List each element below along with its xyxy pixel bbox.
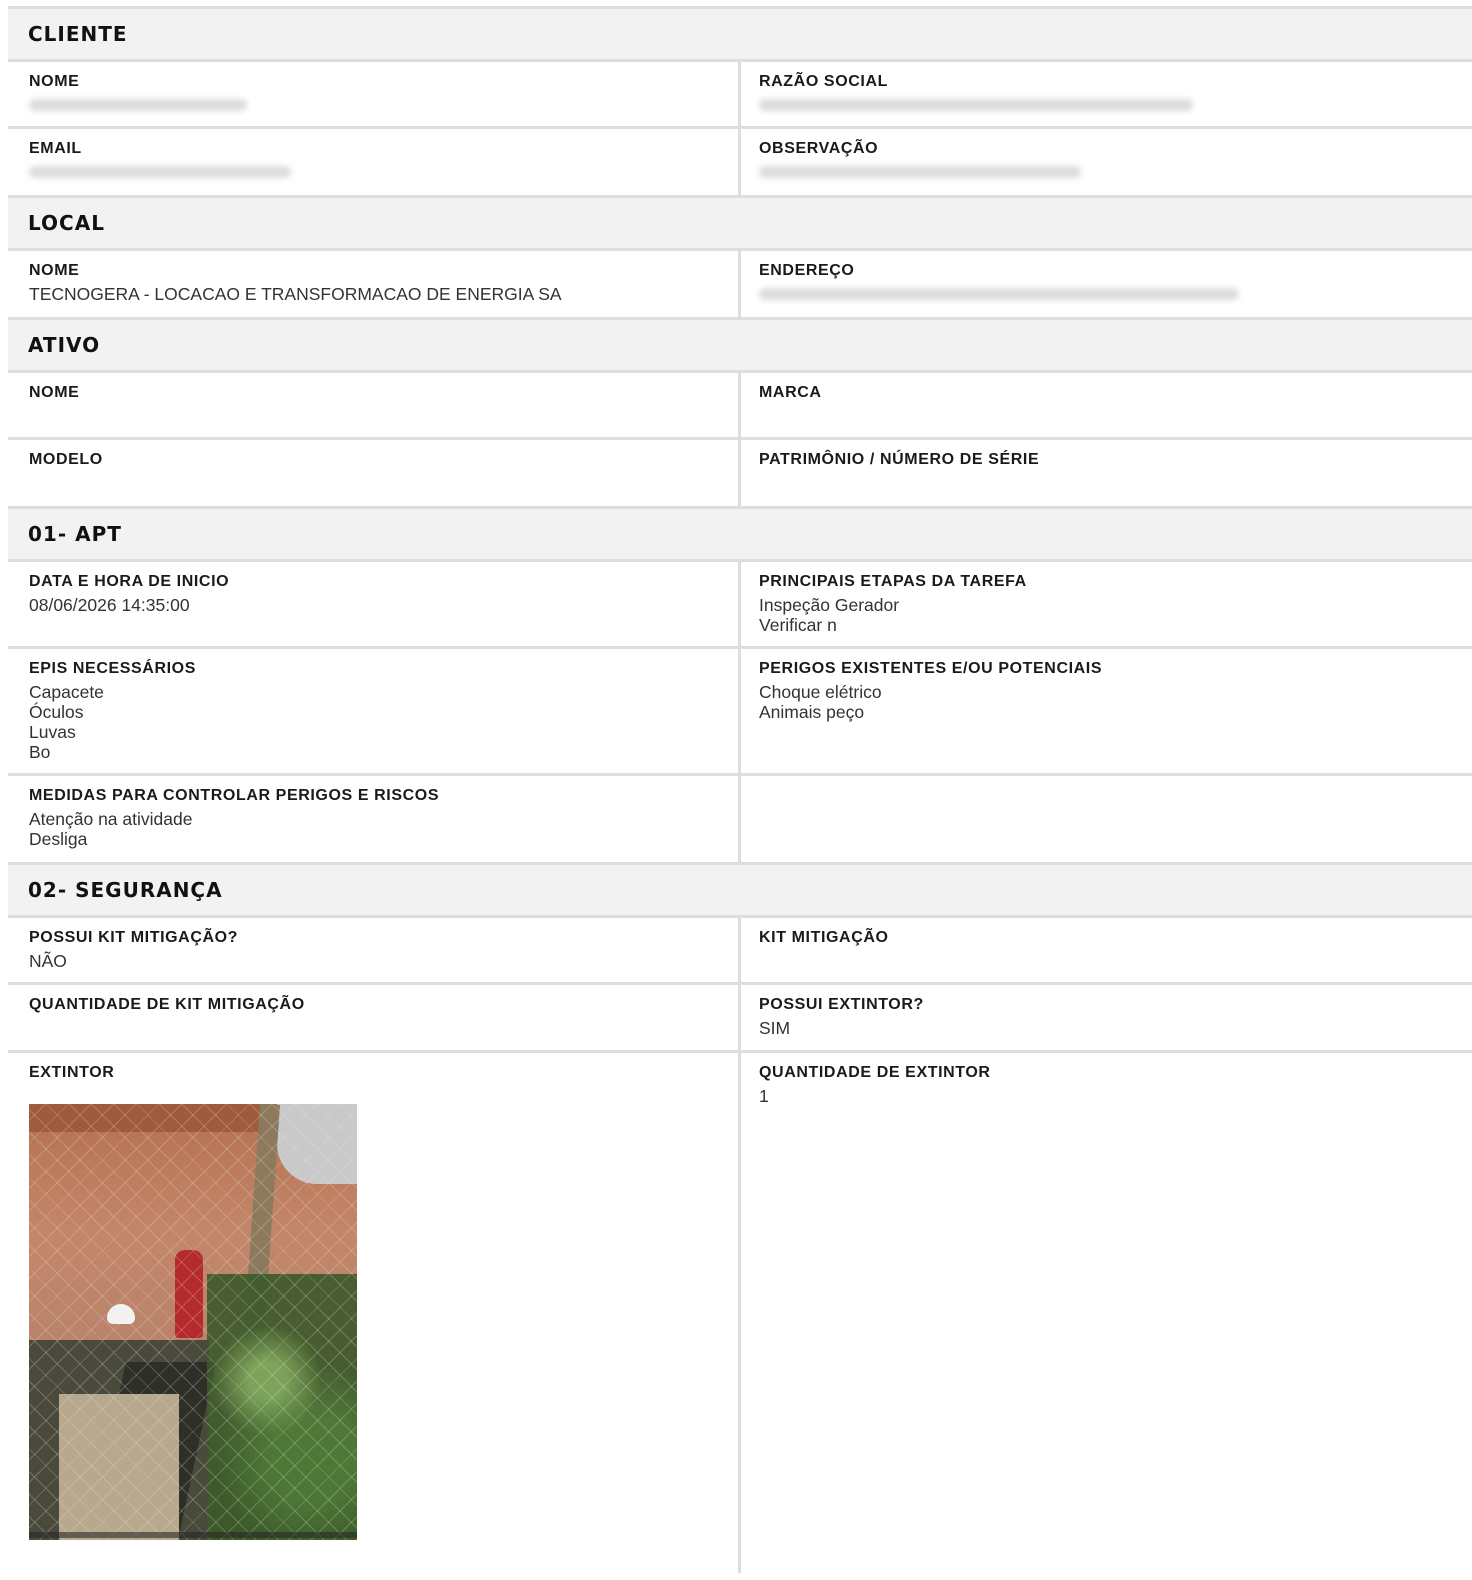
field-label: EXTINTOR	[29, 1064, 115, 1081]
row-ativo-2: MODELO PATRIMÔNIO / NÚMERO DE SÉRIE	[8, 440, 1472, 506]
field-label: QUANTIDADE DE EXTINTOR	[759, 1064, 991, 1081]
row-apt-3: MEDIDAS PARA CONTROLAR PERIGOS E RISCOS …	[8, 776, 1472, 862]
field-modelo: MODELO	[8, 440, 738, 506]
row-local-1: NOME TECNOGERA - LOCACAO E TRANSFORMACAO…	[8, 251, 1472, 317]
field-label: POSSUI KIT MITIGAÇÃO?	[29, 929, 239, 946]
field-label: NOME	[29, 384, 80, 401]
field-endereco: ENDEREÇO	[738, 251, 1472, 317]
field-epis: EPIS NECESSÁRIOS Capacete Óculos Luvas B…	[8, 649, 738, 773]
section-header-seguranca: 02- SEGURANÇA	[8, 865, 1472, 918]
row-seg-2: QUANTIDADE DE KIT MITIGAÇÃO POSSUI EXTIN…	[8, 985, 1472, 1053]
redacted-value	[759, 99, 1193, 111]
section-apt: 01- APT DATA E HORA DE INICIO 08/06/2026…	[8, 506, 1472, 862]
field-value: SIM	[759, 1018, 791, 1038]
empty-cell	[738, 776, 1472, 862]
field-label: EMAIL	[29, 140, 82, 157]
row-apt-1: DATA E HORA DE INICIO 08/06/2026 14:35:0…	[8, 562, 1472, 649]
field-value: Choque elétrico Animais peço	[759, 682, 882, 722]
field-label: ENDEREÇO	[759, 262, 855, 279]
field-label: PRINCIPAIS ETAPAS DA TAREFA	[759, 573, 1027, 590]
row-cliente-2: EMAIL OBSERVAÇÃO	[8, 129, 1472, 195]
field-value: Inspeção Gerador Verificar n	[759, 595, 900, 635]
section-header-cliente: CLIENTE	[8, 9, 1472, 62]
field-qtd-extintor: QUANTIDADE DE EXTINTOR 1	[738, 1053, 1472, 1573]
field-data-inicio: DATA E HORA DE INICIO 08/06/2026 14:35:0…	[8, 562, 738, 646]
row-seg-3: EXTINTOR QUANTIDADE DE EXTINTOR 1	[8, 1053, 1472, 1573]
field-patrimonio: PATRIMÔNIO / NÚMERO DE SÉRIE	[738, 440, 1472, 506]
section-header-local: LOCAL	[8, 198, 1472, 251]
field-label: POSSUI EXTINTOR?	[759, 996, 924, 1013]
field-email: EMAIL	[8, 129, 738, 195]
redacted-value	[759, 288, 1239, 300]
field-observacao: OBSERVAÇÃO	[738, 129, 1472, 195]
field-marca: MARCA	[738, 373, 1472, 437]
field-value: Atenção na atividade Desliga	[29, 809, 193, 849]
field-label: OBSERVAÇÃO	[759, 140, 879, 157]
field-label: PERIGOS EXISTENTES E/OU POTENCIAIS	[759, 660, 1103, 677]
report: CLIENTE NOME RAZÃO SOCIAL EMAIL OBSERVAÇ…	[8, 6, 1472, 1573]
field-perigos: PERIGOS EXISTENTES E/OU POTENCIAIS Choqu…	[738, 649, 1472, 773]
redacted-value	[29, 99, 247, 111]
field-kit-mitigacao: KIT MITIGAÇÃO	[738, 918, 1472, 982]
section-local: LOCAL NOME TECNOGERA - LOCACAO E TRANSFO…	[8, 195, 1472, 317]
photo-timestamp-strip	[29, 1532, 357, 1538]
field-label: NOME	[29, 73, 80, 90]
field-value: Capacete Óculos Luvas Bo	[29, 682, 104, 762]
field-cliente-nome: NOME	[8, 62, 738, 126]
field-value: 1	[759, 1086, 769, 1106]
field-label: MARCA	[759, 384, 822, 401]
row-apt-2: EPIS NECESSÁRIOS Capacete Óculos Luvas B…	[8, 649, 1472, 776]
field-value: 08/06/2026 14:35:00	[29, 595, 190, 615]
field-possui-kit: POSSUI KIT MITIGAÇÃO? NÃO	[8, 918, 738, 982]
field-value: TECNOGERA - LOCACAO E TRANSFORMACAO DE E…	[29, 284, 562, 304]
extintor-photo[interactable]	[29, 1104, 357, 1540]
field-razao-social: RAZÃO SOCIAL	[738, 62, 1472, 126]
section-ativo: ATIVO NOME MARCA MODELO PATRIMÔNIO / NÚM…	[8, 317, 1472, 506]
field-label: NOME	[29, 262, 80, 279]
field-possui-extintor: POSSUI EXTINTOR? SIM	[738, 985, 1472, 1050]
section-header-apt: 01- APT	[8, 509, 1472, 562]
field-label: RAZÃO SOCIAL	[759, 73, 888, 90]
row-seg-1: POSSUI KIT MITIGAÇÃO? NÃO KIT MITIGAÇÃO	[8, 918, 1472, 985]
field-label: DATA E HORA DE INICIO	[29, 573, 230, 590]
field-value: NÃO	[29, 951, 67, 971]
photo-fence	[29, 1104, 357, 1540]
field-label: PATRIMÔNIO / NÚMERO DE SÉRIE	[759, 451, 1040, 468]
section-header-ativo: ATIVO	[8, 320, 1472, 373]
field-etapas: PRINCIPAIS ETAPAS DA TAREFA Inspeção Ger…	[738, 562, 1472, 646]
field-label: KIT MITIGAÇÃO	[759, 929, 889, 946]
field-label: EPIS NECESSÁRIOS	[29, 660, 196, 677]
row-cliente-1: NOME RAZÃO SOCIAL	[8, 62, 1472, 129]
row-ativo-1: NOME MARCA	[8, 373, 1472, 440]
field-ativo-nome: NOME	[8, 373, 738, 437]
section-cliente: CLIENTE NOME RAZÃO SOCIAL EMAIL OBSERVAÇ…	[8, 6, 1472, 195]
field-medidas: MEDIDAS PARA CONTROLAR PERIGOS E RISCOS …	[8, 776, 738, 862]
field-local-nome: NOME TECNOGERA - LOCACAO E TRANSFORMACAO…	[8, 251, 738, 317]
section-seguranca: 02- SEGURANÇA POSSUI KIT MITIGAÇÃO? NÃO …	[8, 862, 1472, 1573]
redacted-value	[29, 166, 291, 178]
field-label: MODELO	[29, 451, 103, 468]
field-label: MEDIDAS PARA CONTROLAR PERIGOS E RISCOS	[29, 787, 440, 804]
field-label: QUANTIDADE DE KIT MITIGAÇÃO	[29, 996, 305, 1013]
field-extintor: EXTINTOR	[8, 1053, 738, 1573]
field-qtd-kit: QUANTIDADE DE KIT MITIGAÇÃO	[8, 985, 738, 1050]
redacted-value	[759, 166, 1081, 178]
